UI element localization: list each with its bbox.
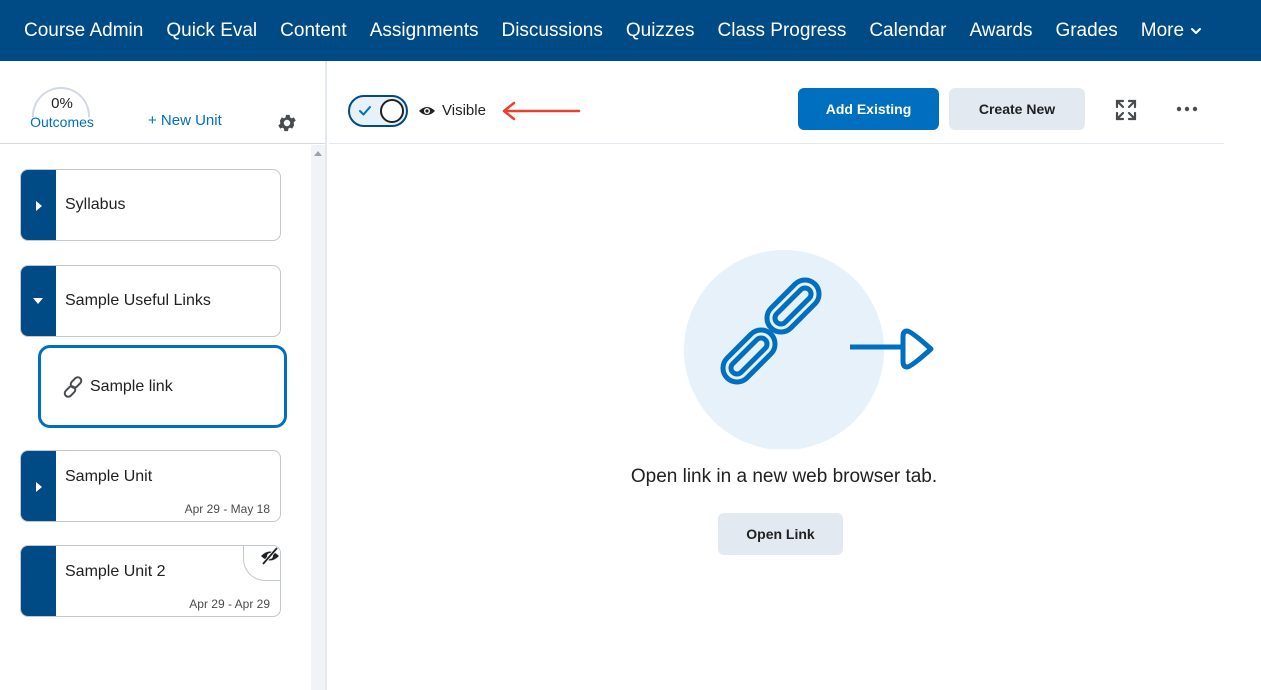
unit-dates: Apr 29 - Apr 29 xyxy=(189,597,270,611)
fullscreen-icon[interactable] xyxy=(1115,99,1137,121)
nav-content[interactable]: Content xyxy=(280,20,347,42)
selected-link-item[interactable]: Sample link xyxy=(38,345,287,428)
unit-card-sample-unit-2[interactable]: Sample Unit 2 Apr 29 - Apr 29 xyxy=(20,545,281,617)
main-content: Visible Add Existing Create New Open lin… xyxy=(329,61,1261,690)
nav-quizzes[interactable]: Quizzes xyxy=(626,20,695,42)
toggle-knob xyxy=(380,99,404,123)
unit-card-sample-useful-links[interactable]: Sample Useful Links xyxy=(20,265,281,337)
outcomes-widget[interactable]: 0% Outcomes xyxy=(24,85,100,130)
nav-more-label: More xyxy=(1140,19,1185,41)
eye-icon xyxy=(419,107,435,115)
unit-expand-toggle[interactable] xyxy=(21,266,56,336)
unit-band xyxy=(21,546,56,616)
chevron-down-icon xyxy=(1191,27,1202,34)
nav-course-admin[interactable]: Course Admin xyxy=(24,20,143,42)
scroll-up-arrow-icon[interactable] xyxy=(314,151,322,156)
add-existing-button[interactable]: Add Existing xyxy=(798,88,939,130)
new-unit-button[interactable]: + New Unit xyxy=(148,112,222,129)
open-link-button[interactable]: Open Link xyxy=(718,513,843,555)
visibility-toggle[interactable] xyxy=(348,95,408,127)
top-nav-bar: Course Admin Quick Eval Content Assignme… xyxy=(0,0,1261,61)
nav-more-menu[interactable]: More xyxy=(1141,20,1202,42)
unit-expand-toggle[interactable] xyxy=(21,451,56,521)
nav-quick-eval[interactable]: Quick Eval xyxy=(166,20,257,42)
nav-grades[interactable]: Grades xyxy=(1055,20,1117,42)
unit-title: Syllabus xyxy=(65,196,126,213)
unit-card-sample-unit[interactable]: Sample Unit Apr 29 - May 18 xyxy=(20,450,281,522)
table-of-contents-sidebar: 0% Outcomes + New Unit Syllabus Sample U… xyxy=(0,61,327,690)
visibility-label: Visible xyxy=(442,102,486,119)
nav-discussions[interactable]: Discussions xyxy=(501,20,602,42)
outcomes-percent: 0% xyxy=(51,95,73,112)
sidebar-scrollbar[interactable] xyxy=(311,145,325,690)
unit-expand-toggle[interactable] xyxy=(21,170,56,240)
nav-awards[interactable]: Awards xyxy=(969,20,1032,42)
unit-card-syllabus[interactable]: Syllabus xyxy=(20,169,281,241)
unit-title: Sample Unit 2 xyxy=(65,563,166,580)
sidebar-header: 0% Outcomes + New Unit xyxy=(0,61,325,144)
gear-icon[interactable] xyxy=(276,112,298,134)
nav-calendar[interactable]: Calendar xyxy=(869,20,946,42)
caret-down-icon xyxy=(33,298,43,304)
unit-title: Sample Unit xyxy=(65,468,153,485)
link-icon xyxy=(63,376,83,398)
link-item-title: Sample link xyxy=(90,378,173,395)
caret-right-icon xyxy=(36,201,42,211)
nav-assignments[interactable]: Assignments xyxy=(370,20,479,42)
nav-class-progress[interactable]: Class Progress xyxy=(718,20,847,42)
open-link-illustration xyxy=(684,250,934,449)
unit-dates: Apr 29 - May 18 xyxy=(184,502,270,516)
content-toolbar: Visible Add Existing Create New xyxy=(329,61,1224,144)
more-options-icon[interactable] xyxy=(1175,101,1199,117)
hidden-corner xyxy=(243,546,280,581)
unit-title: Sample Useful Links xyxy=(65,292,211,309)
create-new-button[interactable]: Create New xyxy=(949,88,1085,130)
caret-right-icon xyxy=(36,482,42,492)
eye-slash-icon xyxy=(261,546,279,566)
open-link-message: Open link in a new web browser tab. xyxy=(630,466,938,487)
annotation-arrow-icon xyxy=(502,101,581,121)
outcomes-label: Outcomes xyxy=(30,114,94,130)
checkmark-icon xyxy=(359,106,371,116)
